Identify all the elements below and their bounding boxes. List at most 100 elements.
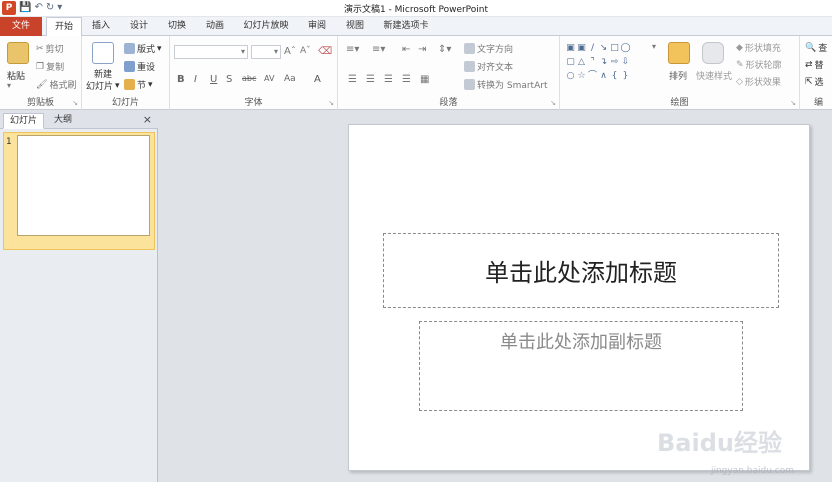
align-center-icon[interactable]: ☰ [366,74,375,85]
align-text-button[interactable]: 对齐文本 [464,60,513,73]
quick-styles-icon[interactable] [702,42,724,64]
rectangle-shape-icon[interactable]: □ [609,43,620,53]
align-right-icon[interactable]: ☰ [384,74,393,85]
replace-label: 替 [814,61,824,71]
oval-shape-icon[interactable]: ◯ [620,43,631,53]
cut-button[interactable]: ✂ 剪切 [36,42,64,56]
paste-dropdown-icon[interactable]: ▾ [7,81,11,90]
columns-icon[interactable]: ▦ [420,74,429,85]
cursor-icon: ⇱ [805,76,813,87]
right-arrow-shape-icon[interactable]: ⇨ [609,57,620,67]
clipboard-launcher-icon[interactable]: ↘ [72,99,78,107]
ribbon-tabs: 文件 开始 插入 设计 切换 动画 幻灯片放映 审阅 视图 新建选项卡 [0,17,832,37]
tab-new-tab[interactable]: 新建选项卡 [380,17,432,36]
increase-indent-icon[interactable]: ⇥ [418,44,426,55]
brush-icon: 🖌 [36,79,48,90]
tab-design[interactable]: 设计 [124,17,154,36]
section-button[interactable]: 节 ▾ [124,78,153,91]
select-button[interactable]: ⇱ 选 [805,75,824,89]
textbox-v-shape-icon[interactable]: ▣ [576,43,587,53]
arrow-line-shape-icon[interactable]: ↘ [598,43,609,53]
justify-icon[interactable]: ☰ [402,74,411,85]
shadow-icon[interactable]: S [226,74,232,85]
star-shape-icon[interactable]: ☆ [576,71,587,81]
brace-left-icon[interactable]: { [609,71,620,81]
tab-slides-pane[interactable]: 幻灯片 [3,113,45,129]
pane-tabs: 幻灯片 大纲 × [0,111,158,129]
quick-styles-button[interactable]: 快速样式 [696,69,732,82]
line-shape-icon[interactable]: ∕ [587,43,598,53]
new-slide-label-line2: 幻灯片 [86,82,114,92]
curve-shape-icon[interactable]: ⌒ [587,71,598,81]
paragraph-launcher-icon[interactable]: ↘ [550,99,556,107]
pen-icon: ✎ [736,59,744,70]
arrange-button[interactable]: 排列 [669,69,687,82]
font-launcher-icon[interactable]: ↘ [328,99,334,107]
tab-file[interactable]: 文件 [0,17,42,36]
down-arrow-shape-icon[interactable]: ⇩ [620,57,631,67]
grow-font-icon[interactable]: Aˆ [284,46,296,57]
new-slide-button[interactable]: 幻灯片 ▾ [86,79,120,93]
clear-format-icon[interactable]: ⌫ [318,46,332,57]
copy-icon: ❐ [36,61,45,72]
format-painter-button[interactable]: 🖌 格式刷 [36,78,76,92]
cloud-shape-icon[interactable]: ○ [565,71,576,81]
shape-outline-button[interactable]: ✎ 形状轮廓 [736,58,782,72]
brace-right-icon[interactable]: } [620,71,631,81]
text-direction-button[interactable]: 文字方向 [464,42,513,55]
convert-smartart-button[interactable]: 转换为 SmartArt [464,78,547,91]
copy-button[interactable]: ❐ 复制 [36,60,65,74]
new-slide-icon[interactable] [92,42,114,64]
tab-animations[interactable]: 动画 [200,17,230,36]
reset-label: 重设 [137,63,156,73]
shapes-more-icon[interactable]: ▾ [652,42,656,51]
arrange-icon[interactable] [668,42,690,64]
paste-icon[interactable] [7,42,29,64]
bold-icon[interactable]: B [177,74,185,85]
tab-review[interactable]: 审阅 [302,17,332,36]
close-icon[interactable]: × [143,113,152,126]
find-button[interactable]: 🔍 查 [805,41,827,55]
tab-transitions[interactable]: 切换 [162,17,192,36]
shrink-font-icon[interactable]: Aˇ [300,46,311,56]
text-direction-label: 文字方向 [477,45,514,55]
replace-button[interactable]: ⇄ 替 [805,58,824,72]
subtitle-placeholder[interactable]: 单击此处添加副标题 [419,321,743,411]
strikethrough-icon[interactable]: abc [242,74,256,83]
line-spacing-icon[interactable]: ⇕▾ [438,44,451,55]
triangle-shape-icon[interactable]: △ [576,57,587,67]
slide-canvas[interactable]: 单击此处添加标题 单击此处添加副标题 [348,124,810,471]
align-left-icon[interactable]: ☰ [348,74,357,85]
italic-icon[interactable]: I [194,74,197,85]
paragraph-group-label: 段落 [439,98,458,108]
drawing-launcher-icon[interactable]: ↘ [790,99,796,107]
font-size-combo[interactable]: ▾ [251,45,281,59]
tab-home[interactable]: 开始 [46,17,82,37]
shape-fill-button[interactable]: ◆ 形状填充 [736,41,781,55]
tab-view[interactable]: 视图 [340,17,370,36]
tab-slideshow[interactable]: 幻灯片放映 [238,17,294,36]
reset-button[interactable]: 重设 [124,60,155,73]
decrease-indent-icon[interactable]: ⇤ [402,44,410,55]
tab-outline-pane[interactable]: 大纲 [48,113,78,129]
elbow-connector-icon[interactable]: ⌝ [587,57,598,67]
textbox-shape-icon[interactable]: ▣ [565,43,576,53]
slide-thumbnail[interactable] [17,135,150,236]
shapes-gallery[interactable]: ▣ ▣ ∕ ↘ □ ◯ ▢ △ ⌝ ↴ ⇨ ⇩ ○ ☆ ⌒ ∧{} [565,41,661,83]
layout-button[interactable]: 版式 ▾ [124,42,162,55]
shape-effects-label: 形状效果 [744,78,781,88]
copy-label: 复制 [46,63,65,73]
font-color-icon[interactable]: A [314,74,321,85]
char-spacing-icon[interactable]: AV [264,74,274,83]
tab-insert[interactable]: 插入 [86,17,116,36]
underline-icon[interactable]: U [210,74,217,85]
shape-effects-button[interactable]: ◇ 形状效果 [736,75,781,89]
rounded-rect-shape-icon[interactable]: ▢ [565,57,576,67]
numbering-icon[interactable]: ≡▾ [372,44,385,55]
elbow-arrow-icon[interactable]: ↴ [598,57,609,67]
bullets-icon[interactable]: ≡▾ [346,44,359,55]
title-placeholder[interactable]: 单击此处添加标题 [383,233,779,308]
chevron-shape-icon[interactable]: ∧ [598,71,609,81]
font-name-combo[interactable]: ▾ [174,45,248,59]
change-case-icon[interactable]: Aa [284,74,296,84]
